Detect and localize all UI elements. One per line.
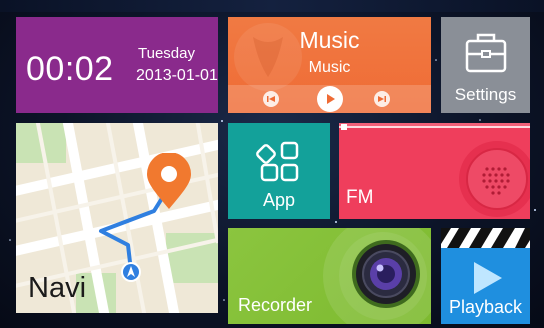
- music-controls-bar: [228, 85, 431, 113]
- toolbox-icon: [465, 33, 507, 73]
- app-tile[interactable]: App: [228, 123, 330, 219]
- navigation-arrow-icon: [121, 262, 141, 282]
- next-button[interactable]: [374, 91, 390, 107]
- speaker-icon: [459, 141, 530, 217]
- clock-time: 00:02: [26, 50, 114, 88]
- previous-button[interactable]: [263, 91, 279, 107]
- navi-tile[interactable]: Navi: [16, 123, 218, 313]
- app-label: App: [262, 190, 296, 210]
- clock-date: 2013-01-01: [136, 67, 218, 84]
- location-pin-icon: [147, 153, 191, 209]
- clock-tile[interactable]: 00:02 Tuesday 2013-01-01: [16, 17, 218, 113]
- navi-label: Navi: [28, 272, 87, 304]
- clapperboard-stripes: [441, 228, 530, 248]
- fm-tile[interactable]: FM: [339, 123, 530, 219]
- fm-label: FM: [346, 187, 374, 208]
- clock-day: Tuesday: [138, 45, 195, 62]
- play-icon: [327, 94, 335, 104]
- next-icon: [378, 96, 386, 102]
- settings-label: Settings: [454, 85, 517, 104]
- playback-tile[interactable]: Playback: [441, 228, 530, 324]
- status-strip: [0, 0, 544, 12]
- music-tile[interactable]: Music Music: [228, 17, 431, 113]
- previous-icon: [267, 96, 275, 102]
- recorder-tile[interactable]: Recorder: [228, 228, 431, 324]
- play-icon: [474, 262, 502, 294]
- music-title: Music: [299, 27, 360, 53]
- apps-grid-icon: [256, 141, 299, 182]
- camera-lens-icon: [352, 240, 420, 308]
- playback-label: Playback: [448, 297, 523, 317]
- settings-tile[interactable]: Settings: [441, 17, 530, 113]
- music-subtitle: Music: [308, 59, 351, 76]
- play-button[interactable]: [317, 86, 343, 112]
- recorder-label: Recorder: [238, 295, 313, 315]
